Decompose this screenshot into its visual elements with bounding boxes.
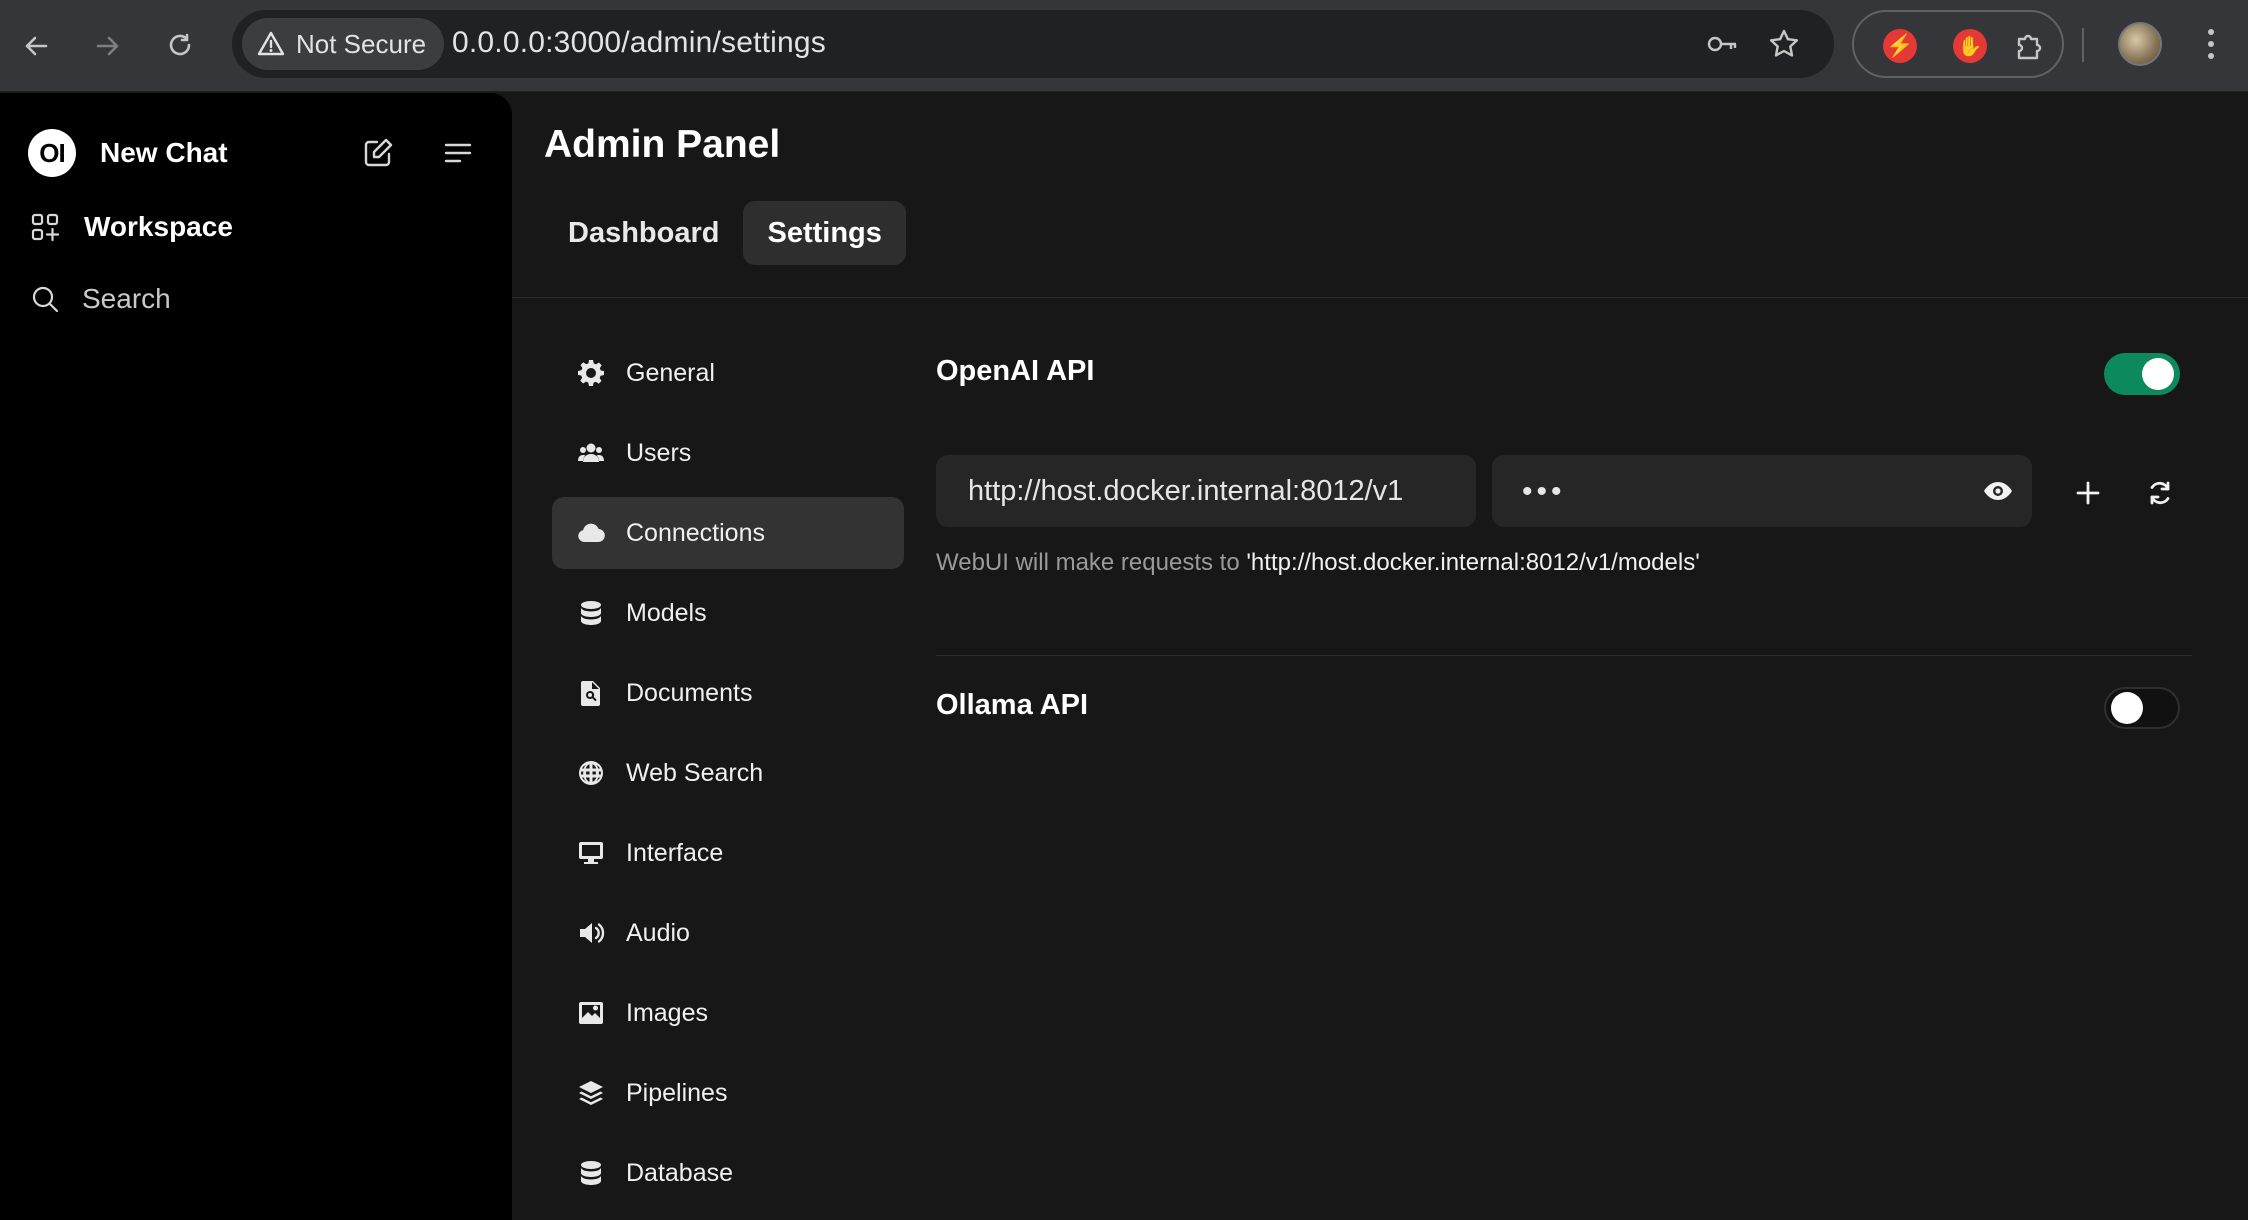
section-divider (936, 655, 2192, 656)
settings-nav-interface[interactable]: Interface (552, 817, 904, 889)
extensions-group: ⚡ ✋ (1852, 10, 2064, 78)
hint-url: 'http://host.docker.internal:8012/v1/mod… (1246, 549, 1700, 576)
browser-toolbar: Not Secure 0.0.0.0:3000/admin/settings ⚡… (0, 0, 2248, 92)
add-connection-icon[interactable] (2068, 473, 2108, 513)
new-chat-row[interactable]: OI New Chat (28, 123, 488, 183)
back-arrow-icon (25, 36, 48, 56)
settings-nav-label: Interface (626, 838, 724, 867)
sidebar: OI New Chat Workspace Search (0, 93, 512, 1220)
reload-button[interactable] (154, 20, 206, 72)
settings-nav-database[interactable]: Database (552, 1137, 904, 1209)
forward-arrow-icon (96, 36, 119, 56)
globe-icon (579, 761, 603, 785)
tab-settings[interactable]: Settings (743, 201, 906, 265)
hint-prefix: WebUI will make requests to (936, 549, 1247, 576)
search-label: Search (82, 283, 171, 314)
new-chat-label[interactable]: New Chat (100, 137, 228, 169)
settings-nav-images[interactable]: Images (552, 977, 904, 1049)
profile-avatar[interactable] (2118, 22, 2162, 66)
eye-icon[interactable] (1980, 473, 2016, 509)
security-chip[interactable]: Not Secure (242, 18, 445, 70)
extension-red-bolt-icon[interactable]: ⚡ (1880, 26, 1920, 66)
request-url-hint: WebUI will make requests to 'http://host… (936, 549, 1700, 577)
openai-api-title: OpenAI API (936, 355, 1095, 387)
forward-button[interactable] (82, 20, 134, 72)
url-text[interactable]: 0.0.0.0:3000/admin/settings (452, 26, 826, 60)
search-icon (32, 286, 59, 313)
toolbar-divider (2082, 28, 2084, 62)
layers-icon (579, 1081, 603, 1105)
warning-triangle-icon (257, 31, 285, 56)
key-icon[interactable] (1702, 24, 1742, 64)
settings-nav-label: Pipelines (626, 1078, 728, 1107)
settings-nav-audio[interactable]: Audio (552, 897, 904, 969)
settings-nav-label: Web Search (626, 758, 764, 787)
image-icon (579, 1002, 603, 1024)
settings-nav-web-search[interactable]: Web Search (552, 737, 904, 809)
openai-api-key-field[interactable]: ••• (1492, 455, 2032, 527)
sidebar-menu-icon[interactable] (434, 129, 482, 177)
puzzle-icon[interactable] (2010, 26, 2050, 66)
settings-nav-users[interactable]: Users (552, 417, 904, 489)
api-key-masked: ••• (1522, 475, 1566, 508)
header-divider (512, 297, 2248, 298)
extension-red-hand-icon[interactable]: ✋ (1950, 26, 1990, 66)
workspace-label: Workspace (84, 211, 233, 242)
new-chat-edit-icon[interactable] (354, 129, 402, 177)
address-bar[interactable]: Not Secure 0.0.0.0:3000/admin/settings (232, 10, 1834, 78)
main-content: Admin Panel Dashboard Settings General U… (512, 93, 2248, 1220)
speaker-icon (580, 923, 605, 943)
more-vertical-icon[interactable] (2196, 22, 2226, 66)
openai-base-url-field[interactable] (936, 455, 1476, 527)
settings-nav-models[interactable]: Models (552, 577, 904, 649)
settings-nav-label: Audio (626, 918, 690, 947)
database-icon (581, 1161, 601, 1185)
openai-api-toggle[interactable] (2104, 353, 2180, 395)
toggle-knob (2111, 692, 2143, 724)
sidebar-item-workspace[interactable]: Workspace (28, 199, 488, 255)
grid-plus-icon (31, 213, 60, 242)
settings-nav-documents[interactable]: Documents (552, 657, 904, 729)
monitor-icon (579, 842, 603, 864)
app-logo: OI (28, 129, 76, 177)
openai-base-url-input[interactable] (936, 455, 1476, 527)
settings-nav: General Users Connections Models Documen… (552, 337, 904, 1217)
cloud-icon (578, 523, 605, 543)
settings-nav-label: Images (626, 998, 708, 1027)
document-search-icon (581, 681, 600, 706)
settings-nav-connections[interactable]: Connections (552, 497, 904, 569)
settings-nav-label: General (626, 358, 715, 387)
refresh-connection-icon[interactable] (2140, 473, 2180, 513)
sidebar-item-search[interactable]: Search (28, 271, 488, 327)
reload-icon (169, 33, 191, 56)
ollama-api-toggle[interactable] (2104, 687, 2180, 729)
settings-nav-label: Users (626, 438, 692, 467)
admin-tabs: Dashboard Settings (544, 201, 906, 265)
settings-nav-general[interactable]: General (552, 337, 904, 409)
database-icon (581, 601, 601, 625)
users-icon (578, 443, 604, 462)
gear-icon (578, 360, 604, 386)
settings-nav-label: Database (626, 1158, 734, 1187)
settings-nav-pipelines[interactable]: Pipelines (552, 1057, 904, 1129)
tab-dashboard[interactable]: Dashboard (544, 201, 743, 265)
settings-nav-label: Documents (626, 678, 753, 707)
settings-nav-label: Models (626, 598, 707, 627)
back-button[interactable] (10, 20, 62, 72)
page-title: Admin Panel (544, 123, 781, 166)
security-label: Not Secure (296, 28, 427, 59)
ollama-api-title: Ollama API (936, 689, 1089, 721)
settings-nav-label: Connections (626, 518, 765, 547)
star-icon[interactable] (1764, 24, 1804, 64)
toggle-knob (2142, 358, 2174, 390)
